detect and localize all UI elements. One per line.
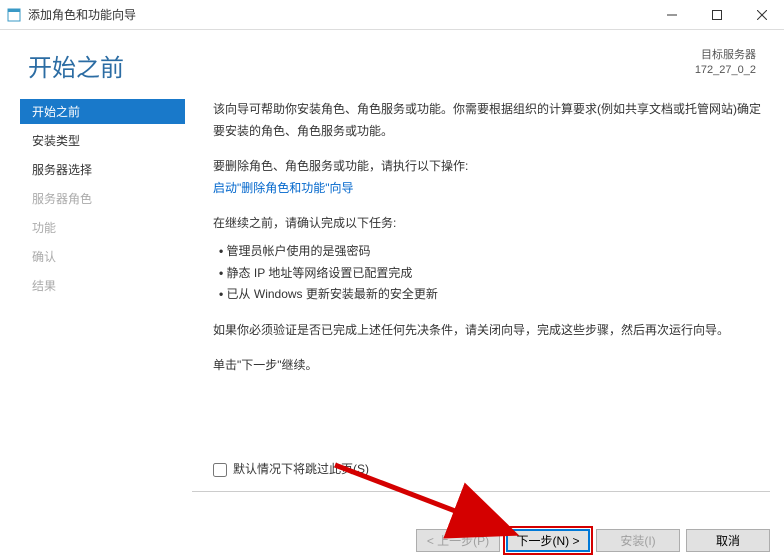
separator xyxy=(192,491,770,492)
intro-text: 该向导可帮助你安装角色、角色服务或功能。你需要根据组织的计算要求(例如共享文档或… xyxy=(213,99,764,142)
install-button: 安装(I) xyxy=(596,529,680,552)
app-icon xyxy=(6,7,22,23)
tasks-list: 管理员帐户使用的是强密码 静态 IP 地址等网络设置已配置完成 已从 Windo… xyxy=(219,241,764,306)
sidebar-item-installation-type[interactable]: 安装类型 xyxy=(20,128,185,153)
target-value: 172_27_0_2 xyxy=(695,63,756,78)
sidebar: 开始之前 安装类型 服务器选择 服务器角色 功能 确认 结果 xyxy=(20,91,185,491)
window-controls xyxy=(649,0,784,29)
verify-text: 如果你必须验证是否已完成上述任何先决条件，请关闭向导，完成这些步骤，然后再次运行… xyxy=(213,320,764,342)
close-button[interactable] xyxy=(739,0,784,30)
skip-page-label: 默认情况下将跳过此页(S) xyxy=(233,459,369,481)
skip-page-row: 默认情况下将跳过此页(S) xyxy=(213,459,369,481)
target-server-info: 目标服务器 172_27_0_2 xyxy=(695,48,756,79)
sidebar-item-server-roles: 服务器角色 xyxy=(20,186,185,211)
sidebar-item-server-selection[interactable]: 服务器选择 xyxy=(20,157,185,182)
tasks-label: 在继续之前，请确认完成以下任务: xyxy=(213,213,764,235)
remove-label: 要删除角色、角色服务或功能，请执行以下操作: xyxy=(213,159,468,173)
minimize-button[interactable] xyxy=(649,0,694,30)
task-item: 管理员帐户使用的是强密码 xyxy=(219,241,764,263)
remove-roles-link[interactable]: 启动"删除角色和功能"向导 xyxy=(213,181,354,195)
body: 开始之前 安装类型 服务器选择 服务器角色 功能 确认 结果 该向导可帮助你安装… xyxy=(0,91,784,491)
continue-text: 单击"下一步"继续。 xyxy=(213,355,764,377)
skip-page-checkbox[interactable] xyxy=(213,463,227,477)
sidebar-item-features: 功能 xyxy=(20,215,185,240)
task-item: 静态 IP 地址等网络设置已配置完成 xyxy=(219,263,764,285)
cancel-button[interactable]: 取消 xyxy=(686,529,770,552)
titlebar: 添加角色和功能向导 xyxy=(0,0,784,30)
content-pane: 该向导可帮助你安装角色、角色服务或功能。你需要根据组织的计算要求(例如共享文档或… xyxy=(185,91,774,491)
maximize-button[interactable] xyxy=(694,0,739,30)
sidebar-item-results: 结果 xyxy=(20,273,185,298)
sidebar-item-before-you-begin[interactable]: 开始之前 xyxy=(20,99,185,124)
sidebar-item-confirmation: 确认 xyxy=(20,244,185,269)
next-button[interactable]: 下一步(N) > xyxy=(506,529,590,552)
task-item: 已从 Windows 更新安装最新的安全更新 xyxy=(219,284,764,306)
footer-buttons: < 上一步(P) 下一步(N) > 安装(I) 取消 xyxy=(416,529,770,552)
window-title: 添加角色和功能向导 xyxy=(28,6,649,23)
page-title: 开始之前 xyxy=(28,48,124,83)
target-label: 目标服务器 xyxy=(695,48,756,63)
header: 开始之前 目标服务器 172_27_0_2 xyxy=(0,30,784,91)
previous-button: < 上一步(P) xyxy=(416,529,500,552)
